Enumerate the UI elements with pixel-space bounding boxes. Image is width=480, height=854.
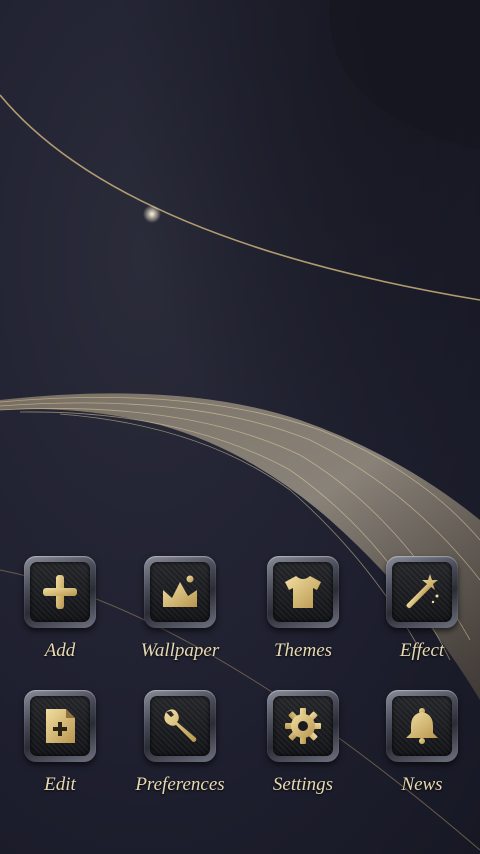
icon-tile (144, 690, 216, 762)
icon-tile (144, 556, 216, 628)
wrench-icon (164, 709, 197, 742)
icon-tile (24, 690, 96, 762)
gear-icon (285, 708, 321, 744)
home-screen: Add Wallpaper Themes Effect Edit Prefere… (0, 0, 480, 854)
tshirt-icon (285, 576, 321, 608)
icon-tile (386, 556, 458, 628)
magic-wand-icon (406, 574, 439, 609)
icon-tile (24, 556, 96, 628)
icon-tile (267, 556, 339, 628)
app-label: Edit (44, 774, 76, 795)
app-icon-preferences[interactable]: Preferences (125, 690, 235, 810)
app-icon-settings[interactable]: Settings (248, 690, 358, 810)
app-icon-news[interactable]: News (367, 690, 477, 810)
app-icon-edit[interactable]: Edit (5, 690, 115, 810)
app-label: Settings (272, 774, 334, 795)
app-label: News (401, 774, 443, 795)
app-label: Add (44, 640, 76, 661)
picture-icon (163, 575, 197, 607)
app-icon-wallpaper[interactable]: Wallpaper (125, 556, 235, 676)
app-icon-themes[interactable]: Themes (248, 556, 358, 676)
app-icon-add[interactable]: Add (5, 556, 115, 676)
app-label: Effect (399, 640, 445, 661)
icon-tile (267, 690, 339, 762)
plus-icon (43, 575, 77, 609)
app-label: Themes (273, 640, 333, 661)
app-label: Wallpaper (140, 640, 220, 661)
bell-icon (406, 708, 438, 744)
icon-tile (386, 690, 458, 762)
add-document-icon (46, 709, 75, 743)
app-icon-effect[interactable]: Effect (367, 556, 477, 676)
app-label: Preferences (135, 774, 225, 795)
